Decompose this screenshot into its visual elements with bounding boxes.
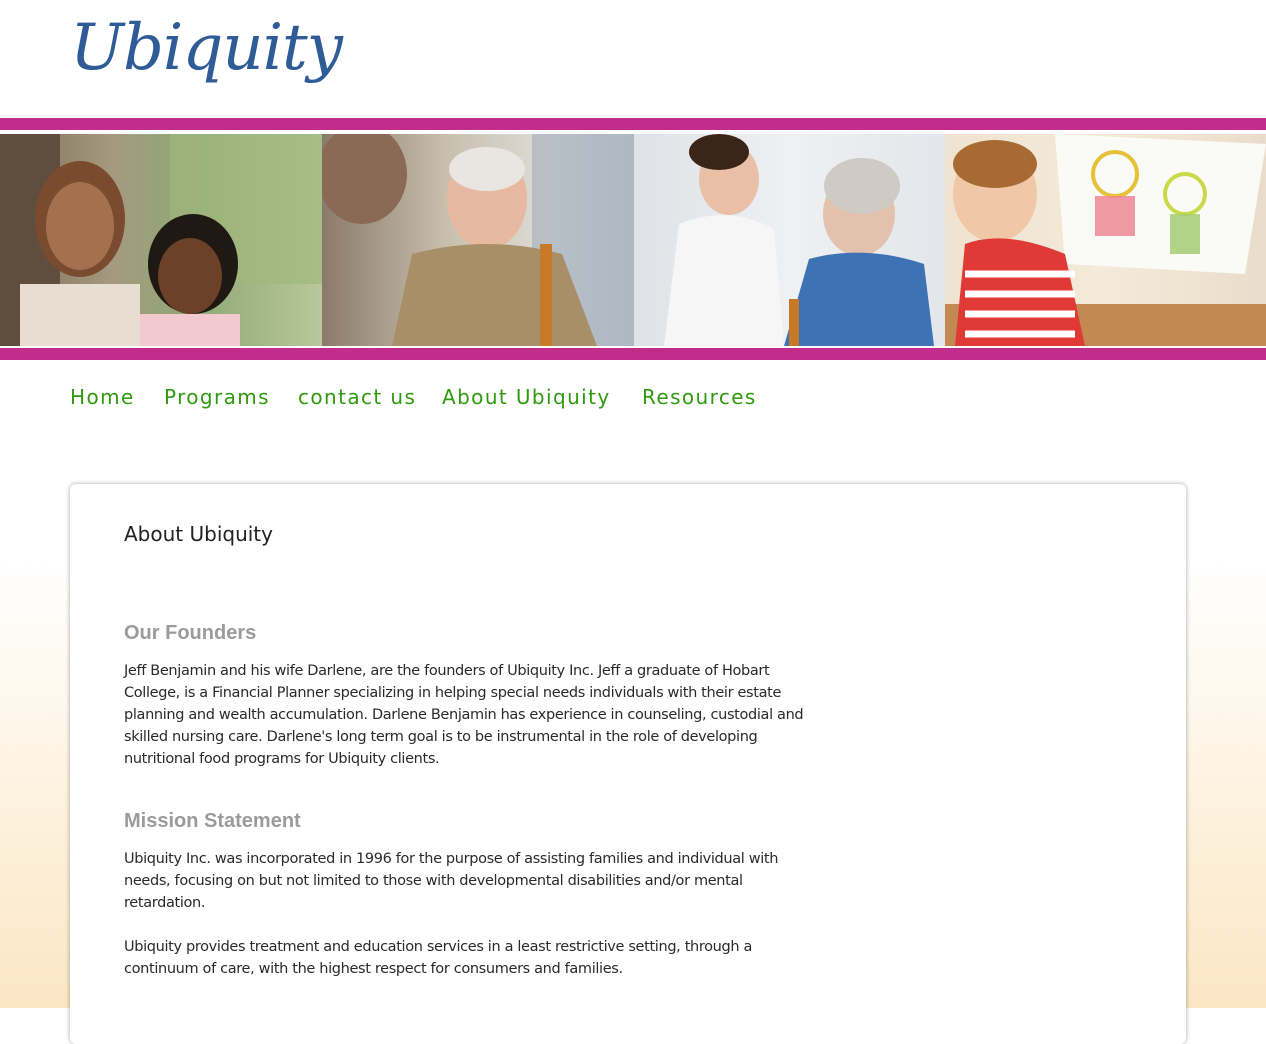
mission-text-2: Ubiquity provides treatment and educatio…	[124, 939, 753, 977]
content-card: About Ubiquity Our Founders Jeff Benjami…	[70, 484, 1186, 1044]
mother-and-daughter-photo	[0, 134, 322, 346]
founders-heading: Our Founders	[124, 622, 257, 644]
elderly-man-with-cane-photo	[322, 134, 634, 346]
banner	[0, 118, 1266, 360]
page-title: About Ubiquity	[124, 522, 273, 546]
nav-about-ubiquity[interactable]: About Ubiquity	[442, 385, 611, 409]
nav-resources[interactable]: Resources	[642, 385, 757, 409]
mission-text-1: Ubiquity Inc. was incorporated in 1996 f…	[124, 851, 779, 911]
nav-home[interactable]: Home	[70, 385, 135, 409]
banner-photos	[0, 134, 1266, 346]
nav-contact-us[interactable]: contact us	[298, 385, 416, 409]
nurse-with-elderly-woman-photo	[634, 134, 945, 346]
site-header: Ubiquity	[0, 0, 1266, 118]
founders-text: Jeff Benjamin and his wife Darlene, are …	[124, 663, 804, 767]
banner-band-top	[0, 118, 1266, 130]
boy-with-drawing-photo	[945, 134, 1266, 346]
mission-heading: Mission Statement	[124, 810, 301, 832]
banner-band-bottom	[0, 348, 1266, 360]
site-logo[interactable]: Ubiquity	[70, 16, 343, 80]
nav-programs[interactable]: Programs	[164, 385, 270, 409]
